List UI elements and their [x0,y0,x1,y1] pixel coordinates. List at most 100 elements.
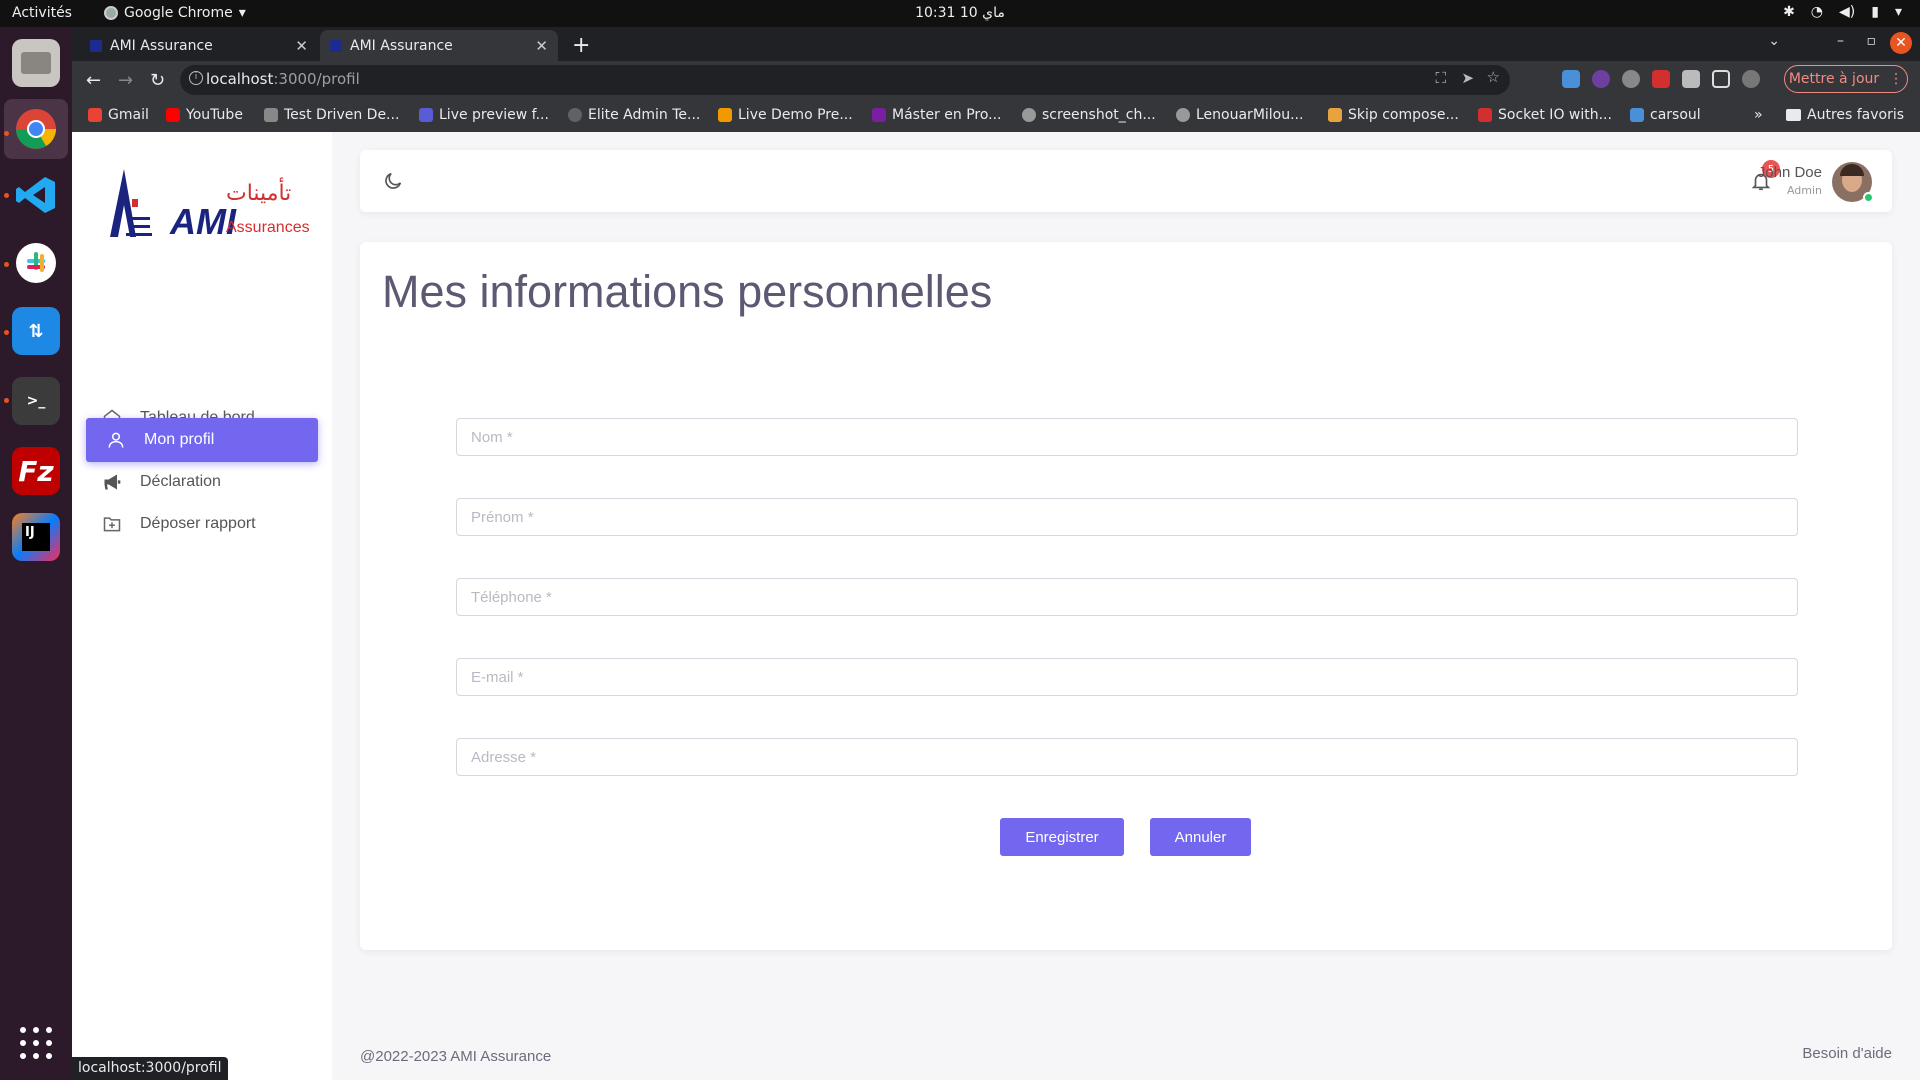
bookmark-socket-io[interactable]: Socket IO with... [1478,107,1612,123]
extension-1-icon[interactable] [1562,70,1580,88]
reload-icon[interactable]: ↻ [150,70,165,91]
more-bookmarks-button[interactable]: » [1754,107,1763,123]
bookmark-label: Socket IO with... [1498,107,1612,123]
address-bar[interactable]: i localhost:3000/profil ⛶ ➤ ☆ [180,65,1510,95]
translate-icon[interactable]: ⛶ [1435,69,1446,87]
page-title: Mes informations personnelles [382,266,993,317]
bookmark-youtube[interactable]: YouTube [166,107,243,123]
bookmark-label: carsoul [1650,107,1701,123]
github-icon [1176,108,1190,122]
last-name-field[interactable] [456,418,1798,456]
close-tab-icon[interactable]: ✕ [535,37,548,55]
megaphone-icon [104,474,121,490]
tab-1[interactable]: AMI Assurance ✕ [80,30,318,61]
running-indicator [4,262,9,267]
chrome-icon[interactable] [12,105,60,153]
bookmark-live-demo[interactable]: Live Demo Pre... [718,107,853,123]
dock: ⇅ >_ Fz IJ [0,27,72,1080]
bookmark-lenouar[interactable]: LenouarMilou... [1176,107,1303,123]
puzzle-icon[interactable] [1682,70,1700,88]
system-tray[interactable]: ✱ ◔ ◀) ▮ ▾ [1783,4,1902,20]
extension-4-icon[interactable] [1652,70,1670,88]
bookmark-favicon [568,108,582,122]
terminal-icon[interactable]: >_ [12,377,60,425]
new-tab-icon[interactable]: + [572,33,590,58]
battery-icon: ▮ [1871,4,1879,20]
bookmark-label: screenshot_ch... [1042,107,1156,123]
tab-search-icon[interactable]: ⌄ [1768,33,1780,49]
sidebar-item-declaration[interactable]: Déclaration [86,460,318,504]
youtube-icon [166,108,180,122]
bookmark-carsoul[interactable]: carsoul [1630,107,1701,123]
github-icon [1022,108,1036,122]
filezilla-icon[interactable]: Fz [12,447,60,495]
sidebar-item-profile[interactable]: Mon profil [86,418,318,462]
sidebar: AMI تأمينات Assurances Tableau de bord M… [72,132,332,1080]
volume-icon: ◀) [1839,4,1856,20]
back-icon[interactable]: ← [86,70,101,91]
slack-icon[interactable] [12,239,60,287]
avatar-hair [1840,164,1864,176]
bookmark-live-preview[interactable]: Live preview f... [419,107,549,123]
tab-2[interactable]: AMI Assurance ✕ [320,30,558,61]
bookmark-master[interactable]: Máster en Pro... [872,107,1002,123]
profile-form-card: Mes informations personnelles Enregistre… [360,242,1892,950]
first-name-field[interactable] [456,498,1798,536]
intellij-icon[interactable]: IJ [12,513,60,561]
bookmark-skip-compose[interactable]: Skip compose... [1328,107,1459,123]
update-button[interactable]: Mettre à jour ⋮ [1784,65,1908,93]
help-link[interactable]: Besoin d'aide [1802,1045,1892,1062]
window-close-icon[interactable]: ✕ [1890,32,1912,54]
bookmark-favicon [419,108,433,122]
restore-icon[interactable]: ▫ [1867,33,1877,49]
sidebar-item-label: Déposer rapport [140,515,256,532]
extension-3-icon[interactable] [1622,70,1640,88]
close-tab-icon[interactable]: ✕ [295,37,308,55]
profile-icon[interactable] [1742,70,1760,88]
address-field[interactable] [456,738,1798,776]
bookmarks-bar: Gmail YouTube Test Driven De... Live pre… [72,99,1920,132]
ami-logo[interactable]: AMI تأمينات Assurances [102,167,310,247]
phone-field[interactable] [456,578,1798,616]
bookmark-screenshot[interactable]: screenshot_ch... [1022,107,1156,123]
tab-title: AMI Assurance [110,37,213,54]
save-button[interactable]: Enregistrer [1000,818,1124,856]
bookmark-gmail[interactable]: Gmail [88,107,149,123]
ami-favicon [330,39,342,52]
bookmark-label: Test Driven De... [284,107,400,123]
status-bar-url: localhost:3000/profil [72,1057,228,1080]
extension-2-icon[interactable] [1592,70,1610,88]
send-icon[interactable]: ➤ [1461,69,1474,87]
other-bookmarks-folder[interactable]: Autres favoris [1786,107,1904,123]
bookmark-tdd[interactable]: Test Driven De... [264,107,399,123]
email-field[interactable] [456,658,1798,696]
bookmark-favicon [1328,108,1342,122]
forward-icon[interactable]: → [118,70,133,91]
power-menu-icon: ▾ [1894,4,1902,20]
other-bookmarks-label: Autres favoris [1807,107,1905,123]
files-icon[interactable] [12,39,60,87]
slack-tray-icon: ✱ [1783,4,1795,20]
bookmark-favicon [718,108,732,122]
side-panel-icon[interactable] [1712,70,1730,88]
bookmark-favicon [264,108,278,122]
bookmark-label: YouTube [186,107,243,123]
user-name[interactable]: John Doe [1758,164,1822,181]
bookmark-label: Gmail [108,107,149,123]
sidebar-item-upload-report[interactable]: Déposer rapport [86,502,318,546]
show-apps-icon[interactable] [20,1027,52,1059]
bookmark-elite-admin[interactable]: Elite Admin Te... [568,107,700,123]
clock[interactable]: 10:31 10 ماي [0,5,1920,21]
site-info-icon[interactable]: i [189,71,203,85]
sidebar-item-label: Déclaration [140,473,221,490]
minimize-icon[interactable]: – [1837,33,1844,49]
moon-icon[interactable] [382,170,404,192]
vscode-icon[interactable] [12,171,60,219]
cancel-button[interactable]: Annuler [1150,818,1251,856]
web-page: AMI تأمينات Assurances Tableau de bord M… [72,132,1920,1080]
ami-favicon [90,39,102,52]
os-top-bar: Activités Google Chrome ▾ 10:31 10 ماي ✱… [0,0,1920,27]
top-header: 5 John Doe Admin [360,150,1892,212]
star-icon[interactable]: ☆ [1487,68,1500,86]
transfer-icon[interactable]: ⇅ [12,307,60,355]
